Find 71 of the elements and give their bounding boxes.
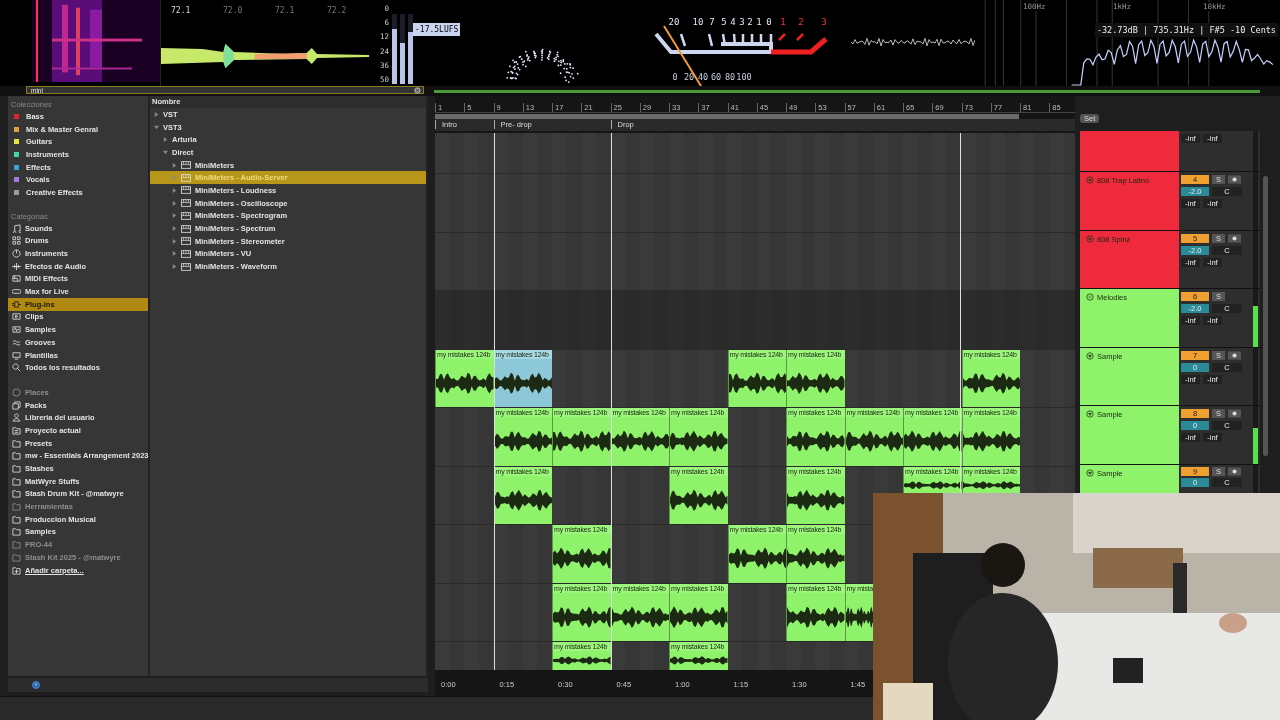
time-label: 72.1 bbox=[274, 5, 296, 15]
circle-icon bbox=[12, 387, 21, 397]
plug-icon bbox=[12, 299, 21, 309]
vu-scale-label: 2 bbox=[798, 17, 804, 27]
plugin-icon bbox=[181, 262, 191, 271]
vu-scale-label: 1 bbox=[756, 17, 762, 27]
vu-scale-label: 40 bbox=[697, 72, 709, 82]
vu-scale-label: 20 bbox=[668, 17, 680, 27]
grid-icon bbox=[12, 236, 21, 246]
disclosure-icon[interactable] bbox=[172, 251, 177, 257]
record-arm-button[interactable] bbox=[1228, 350, 1241, 360]
fold-icon[interactable] bbox=[1086, 410, 1094, 418]
vu-scale-label: 3 bbox=[821, 17, 827, 27]
record-arm-button[interactable] bbox=[1228, 409, 1241, 418]
vu-scale-label: 20 bbox=[683, 72, 695, 82]
plugin-icon bbox=[181, 161, 191, 170]
record-arm-button[interactable] bbox=[1228, 175, 1241, 184]
disclosure-icon[interactable] bbox=[154, 111, 159, 117]
scrollbar[interactable] bbox=[1263, 176, 1268, 456]
disclosure-icon[interactable] bbox=[172, 162, 177, 168]
close-icon[interactable] bbox=[414, 86, 421, 94]
waveform-icon bbox=[12, 261, 21, 271]
loop-icon bbox=[12, 287, 21, 297]
time-label: 72.1 bbox=[170, 5, 192, 15]
plugin-icon bbox=[181, 237, 191, 246]
note-icon bbox=[12, 223, 21, 233]
disclosure-icon[interactable] bbox=[172, 200, 177, 206]
loudness-badge: -17.5LUFS bbox=[413, 23, 461, 36]
keyboard-icon bbox=[12, 274, 21, 284]
vu-scale-label: 100 bbox=[736, 72, 752, 82]
screen-icon bbox=[12, 350, 21, 360]
fold-icon[interactable] bbox=[1086, 468, 1094, 477]
search-icon bbox=[12, 363, 21, 373]
folder-icon bbox=[12, 425, 21, 435]
disclosure-icon[interactable] bbox=[172, 213, 177, 219]
play-icon bbox=[12, 312, 21, 322]
user-icon bbox=[12, 413, 21, 423]
plugin-icon bbox=[181, 211, 191, 220]
vu-scale-label: 0 bbox=[766, 17, 772, 27]
info-icon[interactable] bbox=[32, 681, 40, 689]
record-arm-button[interactable] bbox=[1228, 466, 1241, 476]
vu-scale-label: 10 bbox=[692, 17, 704, 27]
knob-icon bbox=[12, 249, 21, 259]
vu-scale-label: 80 bbox=[724, 72, 736, 82]
vu-scale-label: 5 bbox=[721, 17, 727, 27]
vu-scale-label: 1 bbox=[780, 17, 786, 27]
plugin-icon bbox=[181, 199, 191, 208]
disclosure-icon[interactable] bbox=[172, 264, 177, 270]
fold-icon[interactable] bbox=[1086, 176, 1094, 184]
plugin-icon bbox=[181, 173, 191, 182]
folder-plus-icon bbox=[12, 565, 21, 575]
group-icon[interactable] bbox=[1086, 293, 1094, 301]
wave-icon bbox=[12, 337, 21, 347]
time-label: 72.0 bbox=[222, 5, 244, 15]
vu-scale-label: 4 bbox=[730, 17, 736, 27]
spectrum-readout: -32.73dB | 735.31Hz | F#5 -10 Cents bbox=[1094, 23, 1278, 37]
record-arm-button[interactable] bbox=[1228, 233, 1241, 243]
waveform-icon bbox=[12, 325, 21, 335]
vu-scale-label: 3 bbox=[739, 17, 745, 27]
vu-scale-label: 60 bbox=[710, 72, 722, 82]
vu-scale-label: 7 bbox=[709, 17, 715, 27]
time-label: 72.2 bbox=[326, 5, 348, 15]
fold-icon[interactable] bbox=[1086, 351, 1094, 360]
plugin-icon bbox=[181, 186, 191, 195]
vu-scale-label: 0 bbox=[672, 72, 678, 82]
plugin-icon bbox=[181, 249, 191, 258]
disclosure-icon[interactable] bbox=[154, 124, 159, 130]
plugin-icon bbox=[181, 224, 191, 233]
box-icon bbox=[12, 400, 21, 410]
vu-scale-label: 2 bbox=[747, 17, 753, 27]
fold-icon[interactable] bbox=[1086, 234, 1094, 243]
